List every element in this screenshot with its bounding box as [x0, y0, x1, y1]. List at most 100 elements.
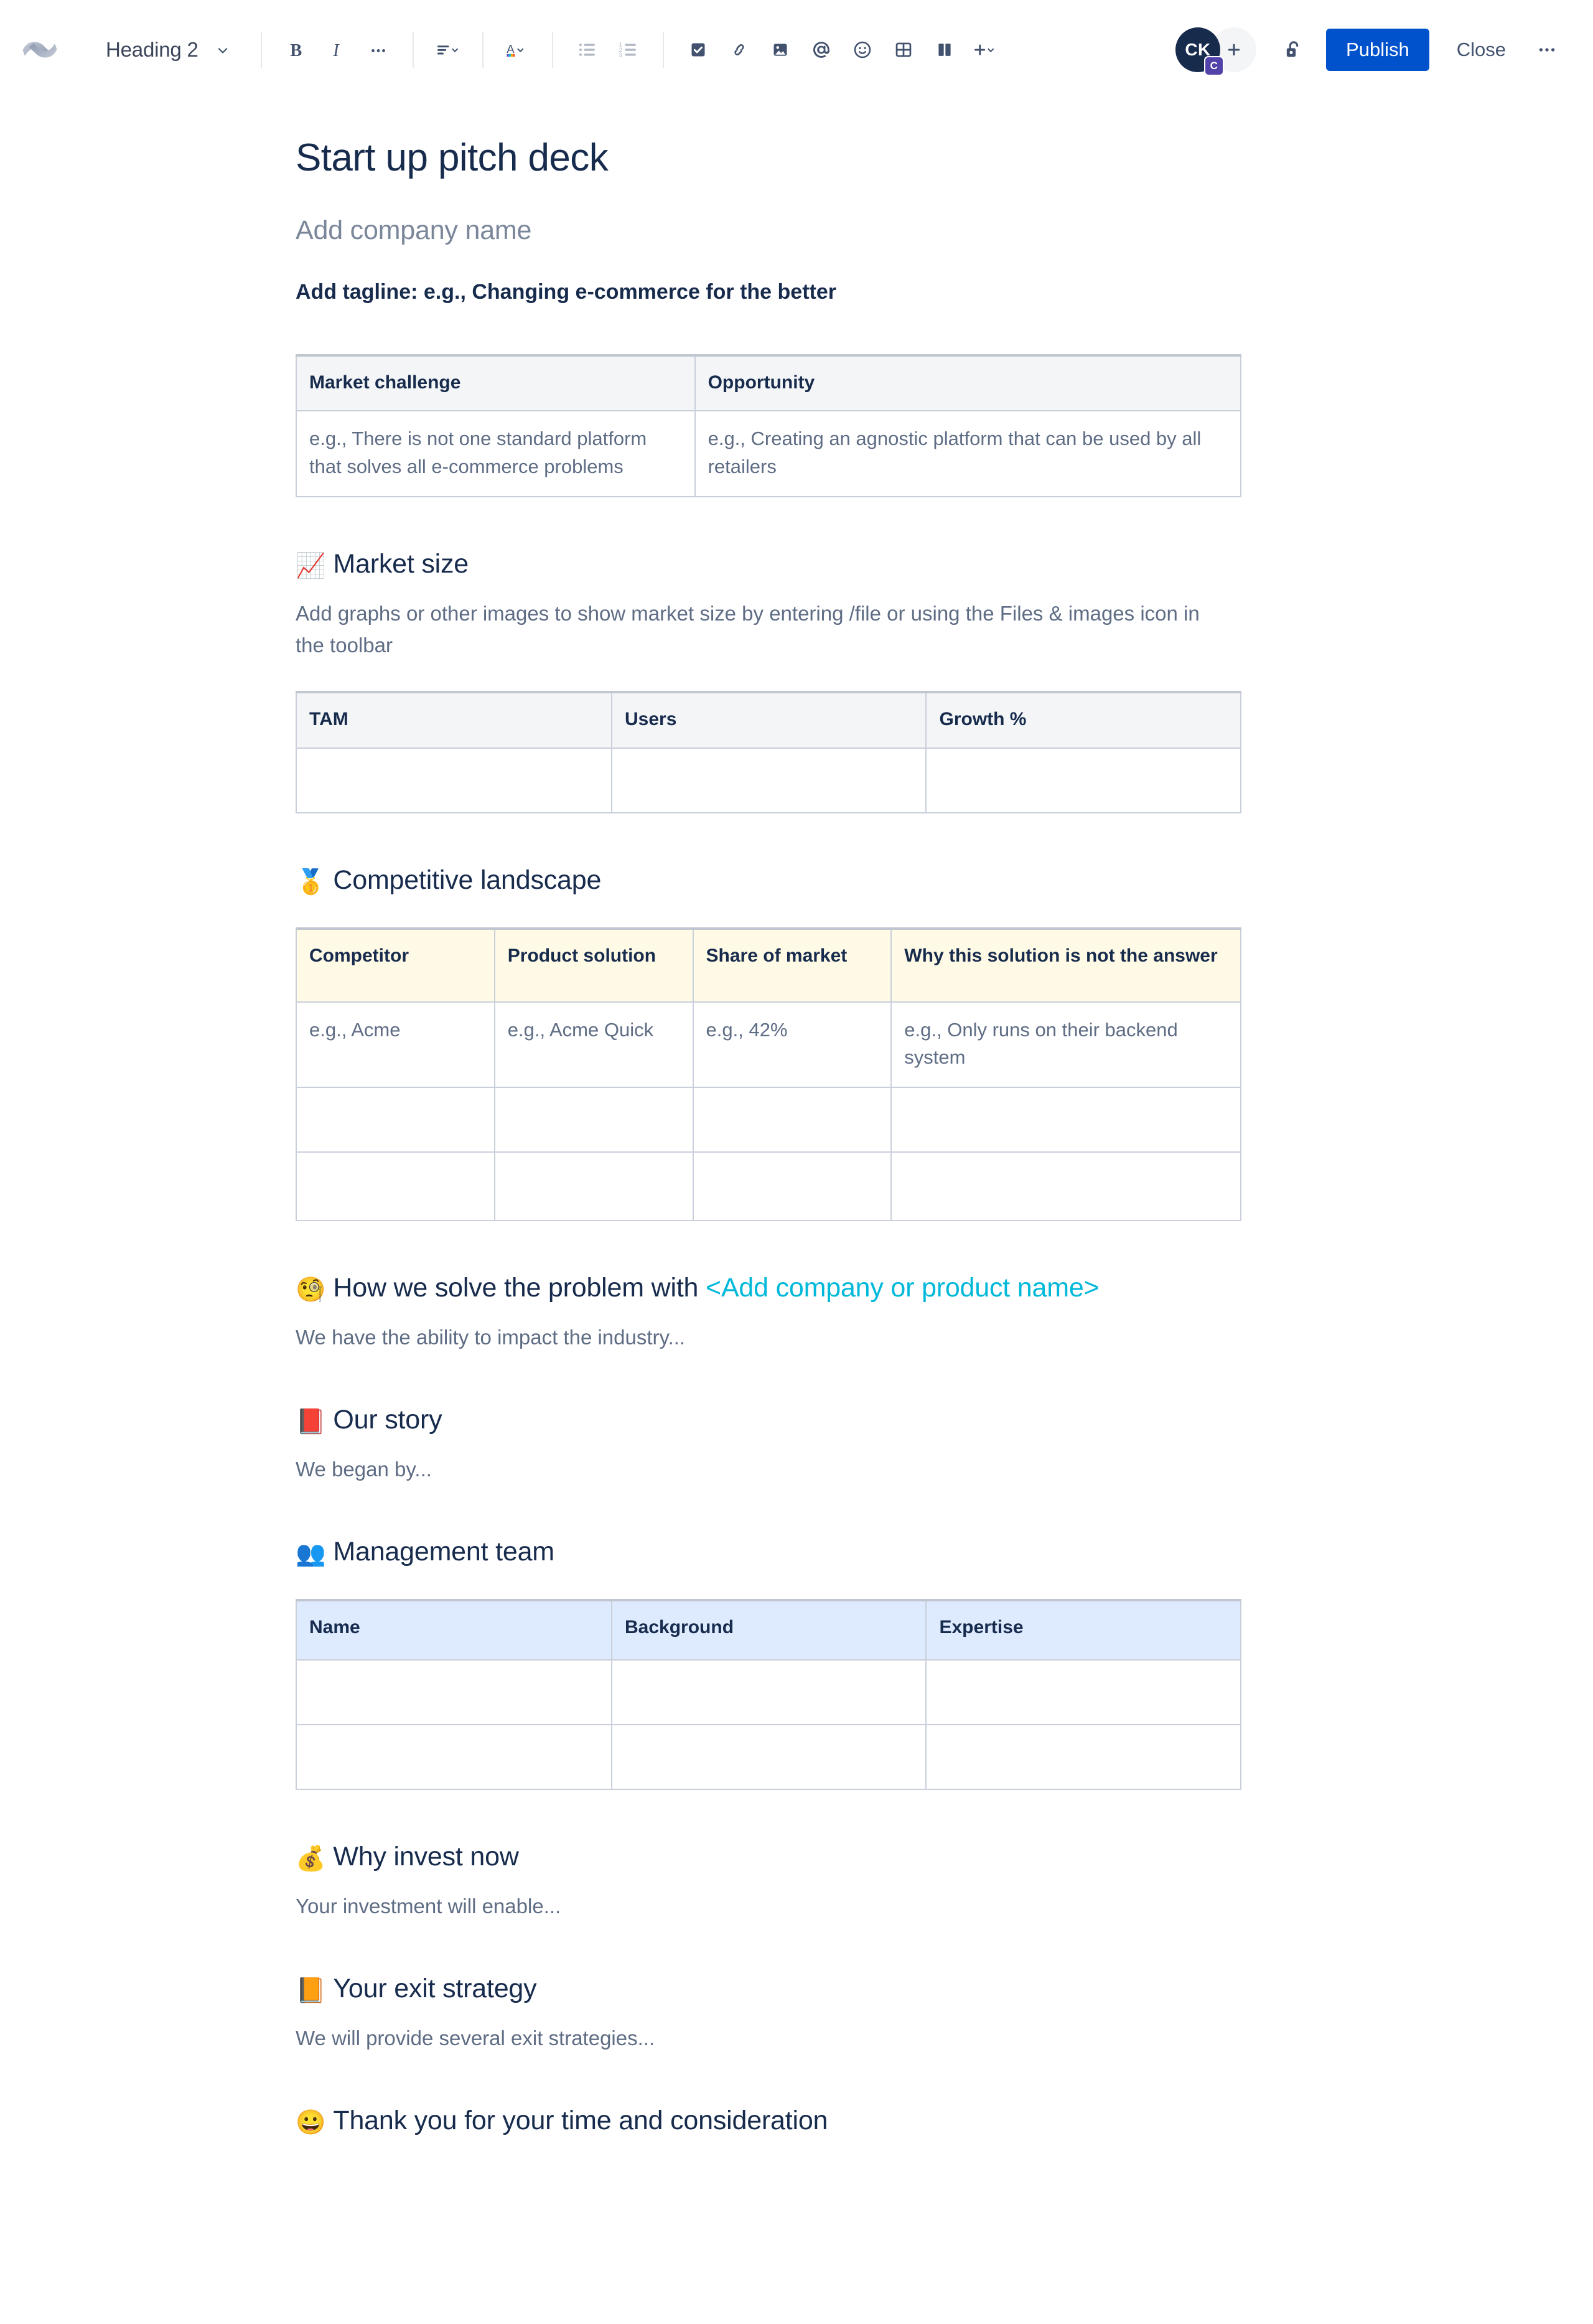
close-button[interactable]: Close — [1442, 29, 1521, 71]
avatar[interactable]: CK C — [1175, 27, 1225, 76]
table-row — [296, 747, 1241, 813]
mention-button[interactable] — [801, 29, 842, 70]
section-heading-why-invest-now[interactable]: 💰 Why invest now — [296, 1841, 1241, 1874]
section-heading-text: Competitive landscape — [333, 864, 602, 895]
market-size-description[interactable]: Add graphs or other images to show marke… — [296, 597, 1229, 661]
checkbox-icon — [691, 43, 705, 57]
table-cell[interactable] — [692, 1151, 892, 1222]
competitive-landscape-table[interactable]: Competitor Product solution Share of mar… — [296, 927, 1241, 1222]
table-cell[interactable] — [610, 1724, 927, 1791]
emoji-button[interactable] — [842, 29, 883, 70]
table-cell[interactable] — [925, 1659, 1241, 1726]
numbered-list-icon: 1 2 3 — [619, 42, 636, 59]
table-cell[interactable]: e.g., There is not one standard platform… — [296, 410, 696, 498]
section-heading-competitive-landscape[interactable]: 🥇 Competitive landscape — [296, 864, 1241, 897]
table-row — [296, 1724, 1241, 1791]
table-button[interactable] — [883, 29, 924, 70]
table-cell[interactable] — [296, 1151, 495, 1222]
files-and-images-button[interactable] — [760, 29, 801, 70]
restrictions-button[interactable] — [1273, 29, 1315, 71]
avatar-badge: C — [1204, 56, 1225, 76]
chevron-down-icon — [218, 47, 228, 54]
table-cell[interactable] — [610, 747, 927, 813]
columns-layout-icon — [938, 44, 951, 56]
unlock-icon — [1286, 41, 1299, 57]
table-cell[interactable]: e.g., Acme — [296, 1001, 495, 1089]
page-title[interactable]: Start up pitch deck — [296, 136, 1241, 180]
why-invest-description[interactable]: Your investment will enable... — [296, 1890, 1229, 1922]
document-body: Start up pitch deck Add company name Add… — [296, 100, 1242, 2254]
italic-icon: I — [332, 41, 340, 60]
table-cell[interactable] — [610, 1659, 927, 1726]
numbered-list-button[interactable]: 1 2 3 — [608, 29, 649, 70]
column-header: Name — [296, 1600, 612, 1661]
table-cell[interactable]: e.g., Acme Quick — [493, 1001, 694, 1089]
toolbar-divider — [412, 32, 414, 68]
image-icon — [773, 44, 787, 56]
market-challenge-table[interactable]: Market challenge Opportunity e.g., There… — [296, 354, 1242, 498]
table-cell[interactable] — [296, 747, 612, 813]
layout-button[interactable] — [924, 29, 965, 70]
table-cell[interactable] — [296, 1724, 612, 1791]
medal-icon: 🥇 — [296, 868, 326, 896]
toolbar-divider — [482, 32, 484, 68]
section-heading-how-we-solve[interactable]: 🧐 How we solve the problem with <Add comp… — [296, 1272, 1241, 1305]
table-cell[interactable]: e.g., Only runs on their backend system — [890, 1001, 1241, 1089]
table-cell[interactable] — [925, 1724, 1241, 1791]
table-cell[interactable]: e.g., 42% — [692, 1001, 892, 1089]
market-size-table[interactable]: TAM Users Growth % — [296, 691, 1241, 813]
toolbar-divider — [551, 32, 553, 68]
exit-strategy-description[interactable]: We will provide several exit strategies.… — [296, 2022, 1229, 2054]
publish-button[interactable]: Publish — [1326, 29, 1429, 71]
table-header-row: TAM Users Growth % — [296, 691, 1241, 749]
table-cell[interactable] — [692, 1087, 892, 1153]
column-header: Competitor — [296, 927, 495, 1003]
our-story-description[interactable]: We began by... — [296, 1453, 1229, 1485]
table-row — [296, 1151, 1241, 1222]
text-alignment-button[interactable] — [427, 29, 469, 70]
bullet-list-button[interactable] — [567, 29, 608, 70]
table-row — [296, 1659, 1241, 1726]
text-style-dropdown[interactable]: Heading 2 — [92, 27, 241, 72]
plus-icon — [1228, 44, 1240, 56]
column-header: Growth % — [925, 691, 1241, 749]
more-formatting-button[interactable] — [358, 29, 399, 70]
section-heading-text: Management team — [333, 1537, 554, 1567]
link-button[interactable] — [719, 29, 760, 70]
toolbar-divider — [662, 32, 664, 68]
how-we-solve-description[interactable]: We have the ability to impact the indust… — [296, 1321, 1229, 1353]
grinning-face-icon: 😀 — [296, 2109, 326, 2136]
confluence-logo[interactable] — [22, 32, 57, 67]
orange-book-icon: 📙 — [296, 1977, 326, 2005]
section-heading-exit-strategy[interactable]: 📙 Your exit strategy — [296, 1973, 1241, 2006]
editor-toolbar: Heading 2 B I A 1 2 3 CK C Publish Close — [0, 0, 1593, 100]
align-left-icon — [437, 45, 458, 55]
bold-button[interactable]: B — [276, 29, 317, 70]
action-item-button[interactable] — [678, 29, 719, 70]
section-heading-thank-you[interactable]: 😀 Thank you for your time and considerati… — [296, 2105, 1241, 2138]
text-color-button[interactable]: A — [497, 29, 538, 70]
face-with-monocle-icon: 🧐 — [296, 1277, 326, 1304]
company-name-placeholder[interactable]: Add company name — [296, 215, 1241, 247]
more-options-button[interactable] — [1526, 29, 1568, 71]
emoji-icon — [854, 41, 871, 59]
insert-more-button[interactable] — [965, 29, 1006, 70]
table-cell[interactable] — [493, 1087, 694, 1153]
tagline-text[interactable]: Add tagline: e.g., Changing e-commerce f… — [296, 278, 1241, 307]
column-header: Users — [610, 691, 927, 749]
table-cell[interactable] — [890, 1087, 1241, 1153]
management-team-table[interactable]: Name Background Expertise — [296, 1599, 1241, 1791]
section-heading-management-team[interactable]: 👥 Management team — [296, 1536, 1241, 1569]
company-name-highlight[interactable]: <Add company or product name> — [706, 1273, 1100, 1303]
section-heading-our-story[interactable]: 📕 Our story — [296, 1404, 1241, 1437]
column-header: Background — [610, 1600, 927, 1661]
table-cell[interactable] — [296, 1659, 612, 1726]
table-header-row: Market challenge Opportunity — [296, 354, 1242, 412]
table-cell[interactable] — [890, 1151, 1241, 1222]
table-cell[interactable]: e.g., Creating an agnostic platform that… — [694, 410, 1242, 498]
section-heading-market-size[interactable]: 📈 Market size — [296, 548, 1241, 581]
table-cell[interactable] — [925, 747, 1241, 813]
table-cell[interactable] — [296, 1087, 495, 1153]
table-cell[interactable] — [493, 1151, 694, 1222]
italic-button[interactable]: I — [317, 29, 358, 70]
